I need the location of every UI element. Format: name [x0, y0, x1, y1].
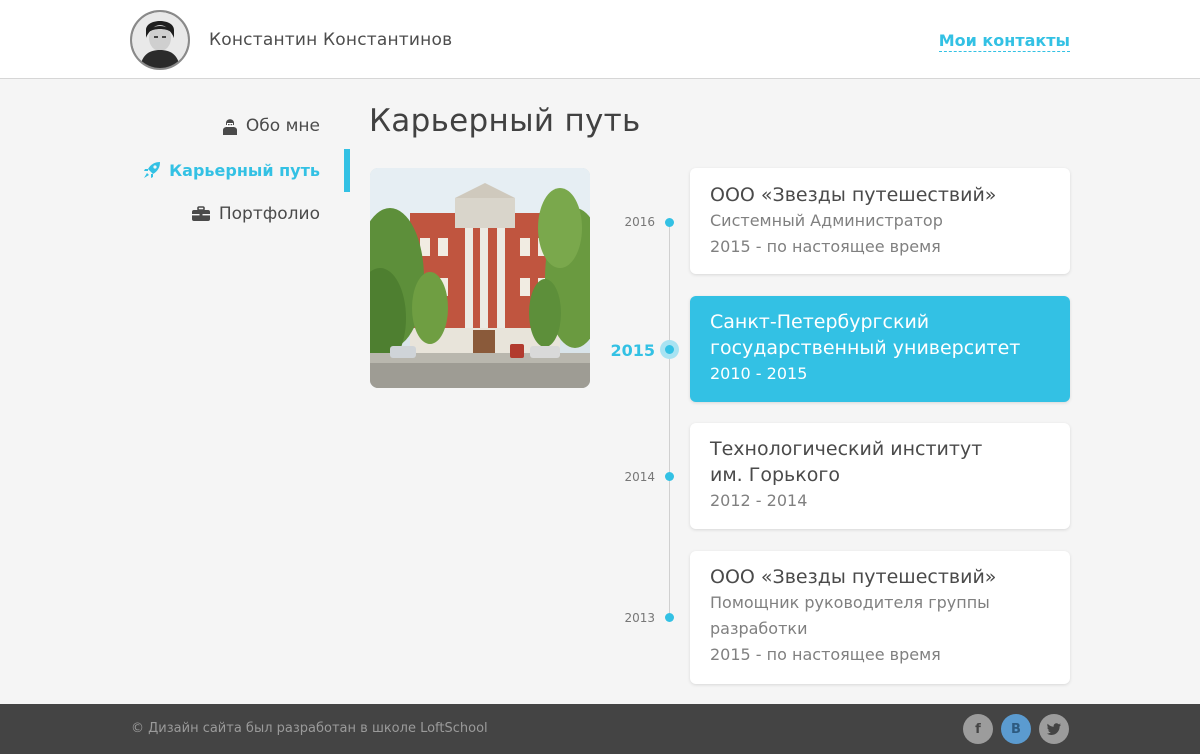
timeline-card[interactable]: Технологический институт им. Горького 20… [690, 423, 1070, 529]
avatar-portrait-icon [132, 12, 188, 68]
rocket-icon [143, 161, 161, 179]
nav-item-label: Портфолио [218, 204, 320, 224]
twitter-icon[interactable] [1039, 714, 1069, 744]
nav-item-career[interactable]: Карьерный путь [130, 148, 350, 192]
site-footer: © Дизайн сайта был разработан в школе Lo… [0, 704, 1200, 754]
vk-icon[interactable]: В [1001, 714, 1031, 744]
card-dates: 2010 - 2015 [710, 364, 808, 383]
timeline-year: 2016 [624, 215, 655, 229]
nav-item-about[interactable]: Обо мне [130, 104, 350, 148]
timeline-year: 2013 [624, 611, 655, 625]
card-subtitle: Помощник руководителя группы разработки [710, 593, 990, 638]
timeline-dot[interactable] [665, 472, 674, 481]
card-dates: 2015 - по настоящее время [710, 645, 941, 664]
facebook-icon[interactable]: f [963, 714, 993, 744]
card-dates: 2012 - 2014 [710, 491, 808, 510]
card-title: Технологический институт им. Горького [710, 438, 983, 486]
card-title: Санкт-Петербургский государственный унив… [710, 311, 1021, 359]
copyright-text: © Дизайн сайта был разработан в школе Lo… [131, 721, 488, 736]
my-contacts-link[interactable]: Мои контакты [938, 31, 1070, 52]
timeline-card-active[interactable]: Санкт-Петербургский государственный унив… [690, 296, 1070, 402]
card-title: ООО «Звезды путешествий» [710, 184, 997, 206]
card-title: ООО «Звезды путешествий» [710, 566, 997, 588]
timeline-line [669, 222, 670, 618]
timeline-year-active: 2015 [610, 341, 655, 360]
nav-item-portfolio[interactable]: Портфолио [130, 192, 350, 236]
briefcase-icon [191, 206, 211, 222]
timeline-card[interactable]: ООО «Звезды путешествий» Системный Админ… [690, 168, 1070, 274]
user-name: Константин Константинов [209, 30, 453, 50]
timeline-dot[interactable] [665, 218, 674, 227]
site-header: Константин Константинов Мои контакты [0, 0, 1200, 79]
user-icon [222, 117, 238, 135]
timeline-year: 2014 [624, 470, 655, 484]
timeline-card[interactable]: ООО «Звезды путешествий» Помощник руково… [690, 551, 1070, 684]
university-building-photo [370, 168, 590, 388]
page-title: Карьерный путь [369, 103, 641, 139]
avatar[interactable] [130, 10, 190, 70]
timeline-dot-active[interactable] [660, 340, 679, 359]
card-subtitle: Системный Администратор [710, 211, 943, 230]
nav-item-label: Карьерный путь [169, 160, 320, 180]
card-dates: 2015 - по настоящее время [710, 237, 941, 256]
nav-item-label: Обо мне [245, 116, 320, 136]
timeline-dot[interactable] [665, 613, 674, 622]
twitter-bird-icon [1047, 723, 1061, 735]
side-nav: Обо мне Карьерный путь Портфолио [130, 104, 350, 236]
